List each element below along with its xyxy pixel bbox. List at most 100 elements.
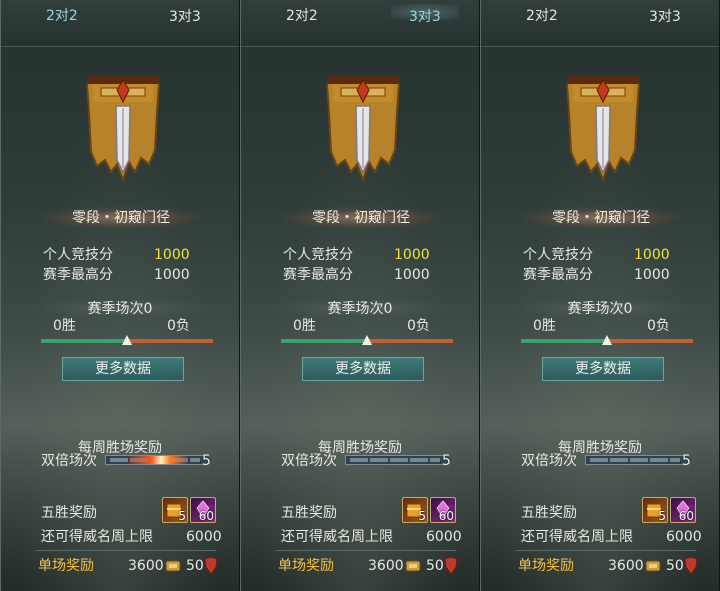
weekly-cap-label: 还可得威名周上限 [281, 529, 393, 545]
five-win-reward-label: 五胜奖励 [521, 505, 577, 521]
season-best-label: 赛季最高分 [43, 267, 113, 283]
reward-gem-count: 60 [438, 509, 454, 523]
tab-3v3[interactable]: 3对3 [169, 0, 201, 32]
season-matches: 赛季场次0 [481, 298, 719, 318]
win-ratio-marker [362, 335, 372, 345]
reward-chest-icon[interactable]: 5 [162, 497, 188, 523]
rank-emblem-icon [325, 76, 401, 182]
mode-tabs: 2对2 3对3 [241, 0, 479, 47]
single-match-reward-label: 单场奖励 [278, 558, 334, 574]
personal-score-label: 个人竞技分 [523, 247, 593, 263]
reward-chest-icon[interactable]: 5 [402, 497, 428, 523]
season-matches: 赛季场次0 [1, 298, 239, 318]
losses-count: 0负 [167, 318, 190, 334]
reward-gem-count: 60 [198, 509, 214, 523]
wins-count: 0胜 [293, 318, 316, 334]
double-matches-progress [345, 455, 453, 465]
single-reward-value-2: 50 [186, 558, 204, 574]
tab-2v2[interactable]: 2对2 [526, 0, 558, 32]
double-matches-max: 5 [202, 453, 211, 469]
rank-name: 零段・初窥门径 [41, 207, 201, 229]
losses-count: 0负 [407, 318, 430, 334]
season-best-value: 1000 [634, 267, 670, 283]
single-reward-value-2: 50 [426, 558, 444, 574]
mode-tabs: 2对2 3对3 [1, 0, 239, 47]
rank-emblem-icon [565, 76, 641, 182]
single-reward-value-2: 50 [666, 558, 684, 574]
arena-panels: 2对2 3对3 零段・初窥门径 个人竞技分 1000 赛季最高分 1000 赛季… [0, 0, 720, 591]
personal-score-value: 1000 [634, 247, 670, 263]
win-bar [281, 339, 367, 343]
mode-tabs: 2对2 3对3 [481, 0, 719, 47]
win-ratio-marker [122, 335, 132, 345]
double-matches-progress [105, 455, 213, 465]
more-data-button[interactable]: 更多数据 [542, 357, 664, 381]
single-match-reward-label: 单场奖励 [38, 558, 94, 574]
reward-chest-count: 5 [658, 509, 666, 523]
arena-panel: 2对2 3对3 零段・初窥门径 个人竞技分 1000 赛季最高分 1000 赛季… [0, 0, 240, 591]
weekly-cap-value: 6000 [186, 529, 222, 545]
personal-score-value: 1000 [394, 247, 430, 263]
double-matches-max: 5 [442, 453, 451, 469]
win-bar [41, 339, 127, 343]
personal-score-label: 个人竞技分 [43, 247, 113, 263]
double-matches-max: 5 [682, 453, 691, 469]
weekly-cap-label: 还可得威名周上限 [521, 529, 633, 545]
loss-bar [127, 339, 213, 343]
tab-3v3[interactable]: 3对3 [649, 0, 681, 32]
arena-panel: 2对2 3对3 零段・初窥门径 个人竞技分 1000 赛季最高分 1000 赛季… [480, 0, 720, 591]
double-matches-progress [585, 455, 693, 465]
reward-gem-icon[interactable]: 60 [430, 497, 456, 523]
season-best-label: 赛季最高分 [283, 267, 353, 283]
five-win-reward-label: 五胜奖励 [41, 505, 97, 521]
double-matches-label: 双倍场次 [41, 453, 97, 469]
rank-name: 零段・初窥门径 [521, 207, 681, 229]
prestige-coin-icon [405, 558, 421, 578]
season-best-value: 1000 [154, 267, 190, 283]
reward-gem-icon[interactable]: 60 [190, 497, 216, 523]
single-reward-value-1: 3600 [368, 558, 404, 574]
season-best-label: 赛季最高分 [523, 267, 593, 283]
red-shield-icon [684, 556, 698, 579]
double-matches-label: 双倍场次 [281, 453, 337, 469]
loss-bar [607, 339, 693, 343]
wins-count: 0胜 [533, 318, 556, 334]
wins-count: 0胜 [53, 318, 76, 334]
rank-name: 零段・初窥门径 [281, 207, 441, 229]
reward-chest-count: 5 [418, 509, 426, 523]
single-reward-value-1: 3600 [608, 558, 644, 574]
tab-3v3[interactable]: 3对3 [391, 0, 459, 32]
tab-2v2[interactable]: 2对2 [286, 0, 318, 32]
weekly-cap-value: 6000 [666, 529, 702, 545]
divider [36, 550, 216, 551]
tab-2v2[interactable]: 2对2 [46, 0, 78, 32]
personal-score-label: 个人竞技分 [283, 247, 353, 263]
more-data-button[interactable]: 更多数据 [62, 357, 184, 381]
prestige-coin-icon [645, 558, 661, 578]
double-matches-label: 双倍场次 [521, 453, 577, 469]
loss-bar [367, 339, 453, 343]
divider [516, 550, 696, 551]
weekly-cap-label: 还可得威名周上限 [41, 529, 153, 545]
five-win-reward-label: 五胜奖励 [281, 505, 337, 521]
reward-gem-icon[interactable]: 60 [670, 497, 696, 523]
single-reward-value-1: 3600 [128, 558, 164, 574]
reward-chest-count: 5 [178, 509, 186, 523]
more-data-button[interactable]: 更多数据 [302, 357, 424, 381]
double-fire-effect [128, 456, 188, 464]
red-shield-icon [444, 556, 458, 579]
weekly-cap-value: 6000 [426, 529, 462, 545]
single-match-reward-label: 单场奖励 [518, 558, 574, 574]
win-ratio-marker [602, 335, 612, 345]
season-matches: 赛季场次0 [241, 298, 479, 318]
win-bar [521, 339, 607, 343]
reward-chest-icon[interactable]: 5 [642, 497, 668, 523]
rank-emblem-icon [85, 76, 161, 182]
prestige-coin-icon [165, 558, 181, 578]
season-best-value: 1000 [394, 267, 430, 283]
arena-panel: 2对2 3对3 零段・初窥门径 个人竞技分 1000 赛季最高分 1000 赛季… [240, 0, 480, 591]
divider [276, 550, 456, 551]
personal-score-value: 1000 [154, 247, 190, 263]
red-shield-icon [204, 556, 218, 579]
losses-count: 0负 [647, 318, 670, 334]
